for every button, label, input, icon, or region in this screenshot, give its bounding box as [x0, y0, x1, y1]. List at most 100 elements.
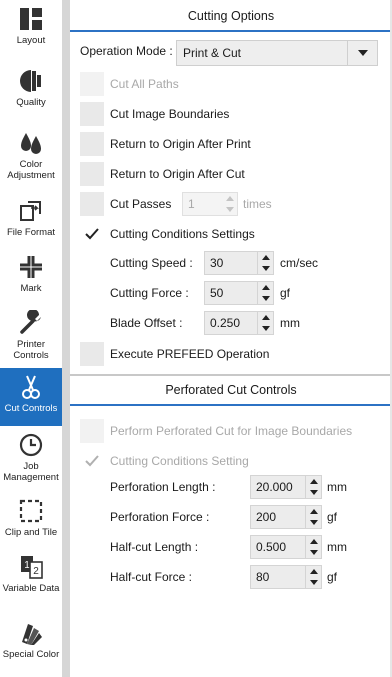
- cut-passes-stepper[interactable]: 1: [182, 192, 238, 216]
- operation-mode-label: Operation Mode :: [80, 44, 173, 58]
- cutting-conditions-label: Cutting Conditions Settings: [110, 227, 255, 241]
- sidebar: Layout Quality Color Adjustment File For…: [0, 0, 62, 677]
- perforation-length-unit: mm: [327, 480, 347, 494]
- variable-data-icon: 12: [18, 554, 44, 580]
- chevron-up-icon[interactable]: [306, 476, 321, 487]
- cutting-force-stepper[interactable]: 50: [204, 281, 274, 305]
- blade-offset-label: Blade Offset :: [110, 316, 183, 330]
- cutting-speed-unit: cm/sec: [280, 256, 319, 270]
- blade-offset-unit: mm: [280, 316, 300, 330]
- chevron-down-icon[interactable]: [347, 41, 377, 65]
- return-after-print-row: Return to Origin After Print: [80, 132, 251, 156]
- sidebar-item-label: Mark: [20, 283, 42, 294]
- cutting-conditions-row: Cutting Conditions Settings: [80, 222, 255, 246]
- cut-image-boundaries-row: Cut Image Boundaries: [80, 102, 229, 126]
- cut-passes-unit: times: [243, 197, 272, 211]
- return-after-cut-checkbox[interactable]: [80, 162, 104, 186]
- mark-icon: [18, 254, 44, 280]
- perforation-force-value: 200: [256, 510, 277, 524]
- sidebar-item-variable-data[interactable]: 12 Variable Data: [0, 548, 62, 614]
- chevron-down-icon[interactable]: [306, 487, 321, 498]
- sidebar-item-color-adjustment[interactable]: Color Adjustment: [0, 124, 62, 192]
- cut-passes-value: 1: [188, 197, 195, 211]
- perforation-force-stepper[interactable]: 200: [250, 505, 322, 529]
- chevron-down-icon[interactable]: [258, 263, 273, 274]
- chevron-up-icon[interactable]: [258, 312, 273, 323]
- chevron-down-icon[interactable]: [306, 577, 321, 588]
- cutting-options-header: Cutting Options: [70, 2, 392, 32]
- checkmark-icon: [85, 455, 99, 467]
- clip-and-tile-icon: [18, 498, 44, 524]
- cut-controls-icon: [18, 374, 44, 400]
- sidebar-item-file-format[interactable]: File Format: [0, 192, 62, 248]
- perforated-conditions-label: Cutting Conditions Setting: [110, 454, 249, 468]
- perforation-length-value: 20.000: [256, 480, 293, 494]
- cutting-speed-stepper[interactable]: 30: [204, 251, 274, 275]
- sidebar-item-special-color[interactable]: Special Color: [0, 614, 62, 672]
- cut-image-boundaries-label: Cut Image Boundaries: [110, 107, 230, 121]
- perforated-conditions-row: Cutting Conditions Setting: [80, 449, 249, 473]
- sidebar-item-clip-and-tile[interactable]: Clip and Tile: [0, 492, 62, 548]
- cut-passes-checkbox[interactable]: [80, 192, 104, 216]
- checkmark-icon: [85, 228, 99, 240]
- blade-offset-value: 0.250: [210, 316, 241, 330]
- sidebar-item-quality[interactable]: Quality: [0, 62, 62, 124]
- sidebar-item-label: Clip and Tile: [4, 527, 58, 538]
- sidebar-item-mark[interactable]: Mark: [0, 248, 62, 304]
- operation-mode-select[interactable]: Print & Cut: [176, 40, 378, 66]
- halfcut-length-value: 0.500: [256, 540, 287, 554]
- perforation-length-stepper[interactable]: 20.000: [250, 475, 322, 499]
- sidebar-item-layout[interactable]: Layout: [0, 0, 62, 62]
- chevron-up-icon[interactable]: [258, 282, 273, 293]
- perform-perforated-checkbox[interactable]: [80, 419, 104, 443]
- chevron-up-icon[interactable]: [306, 536, 321, 547]
- sidebar-item-job-management[interactable]: Job Management: [0, 426, 62, 492]
- halfcut-force-stepper[interactable]: 80: [250, 565, 322, 589]
- cut-image-boundaries-checkbox[interactable]: [80, 102, 104, 126]
- cut-all-paths-checkbox[interactable]: [80, 72, 104, 96]
- sidebar-item-cut-controls[interactable]: Cut Controls: [0, 368, 62, 426]
- cutting-force-label: Cutting Force :: [110, 286, 189, 300]
- blade-offset-stepper[interactable]: 0.250: [204, 311, 274, 335]
- perform-perforated-row: Perform Perforated Cut for Image Boundar…: [80, 419, 352, 443]
- return-after-cut-label: Return to Origin After Cut: [110, 167, 245, 181]
- halfcut-force-unit: gf: [327, 570, 338, 584]
- halfcut-length-unit: mm: [327, 540, 347, 554]
- perforation-length-label: Perforation Length :: [110, 480, 216, 494]
- cutting-speed-value: 30: [210, 256, 224, 270]
- perforated-conditions-checkbox[interactable]: [80, 449, 104, 473]
- cut-all-paths-label: Cut All Paths: [110, 77, 179, 91]
- sidebar-item-label: Layout: [16, 35, 46, 46]
- chevron-up-icon[interactable]: [306, 566, 321, 577]
- sidebar-item-printer-controls[interactable]: Printer Controls: [0, 304, 62, 368]
- return-after-print-checkbox[interactable]: [80, 132, 104, 156]
- execute-prefeed-checkbox[interactable]: [80, 342, 104, 366]
- return-after-cut-row: Return to Origin After Cut: [80, 162, 245, 186]
- cut-all-paths-row: Cut All Paths: [80, 72, 179, 96]
- sidebar-item-label: Variable Data: [2, 583, 60, 594]
- cutting-force-unit: gf: [280, 286, 291, 300]
- chevron-up-icon[interactable]: [223, 193, 237, 204]
- chevron-up-icon[interactable]: [306, 506, 321, 517]
- file-format-icon: [18, 198, 44, 224]
- cutting-conditions-checkbox[interactable]: [80, 222, 104, 246]
- sidebar-divider: [62, 0, 70, 677]
- return-after-print-label: Return to Origin After Print: [110, 137, 251, 151]
- svg-text:2: 2: [33, 566, 39, 577]
- halfcut-length-stepper[interactable]: 0.500: [250, 535, 322, 559]
- chevron-down-icon[interactable]: [258, 293, 273, 304]
- chevron-down-icon[interactable]: [306, 547, 321, 558]
- halfcut-force-value: 80: [256, 570, 270, 584]
- chevron-down-icon[interactable]: [223, 204, 237, 215]
- printer-controls-icon: [18, 310, 44, 336]
- halfcut-length-label: Half-cut Length :: [110, 540, 199, 554]
- sidebar-item-label: Quality: [16, 97, 46, 108]
- sidebar-item-label: Color Adjustment: [7, 159, 55, 181]
- perforated-header: Perforated Cut Controls: [70, 376, 392, 406]
- operation-mode-value: Print & Cut: [183, 46, 242, 60]
- chevron-up-icon[interactable]: [258, 252, 273, 263]
- chevron-down-icon[interactable]: [306, 517, 321, 528]
- chevron-down-icon[interactable]: [258, 323, 273, 334]
- sidebar-item-label: Printer Controls: [13, 339, 49, 361]
- cut-controls-panel: Cutting Options Operation Mode : Print &…: [70, 0, 392, 677]
